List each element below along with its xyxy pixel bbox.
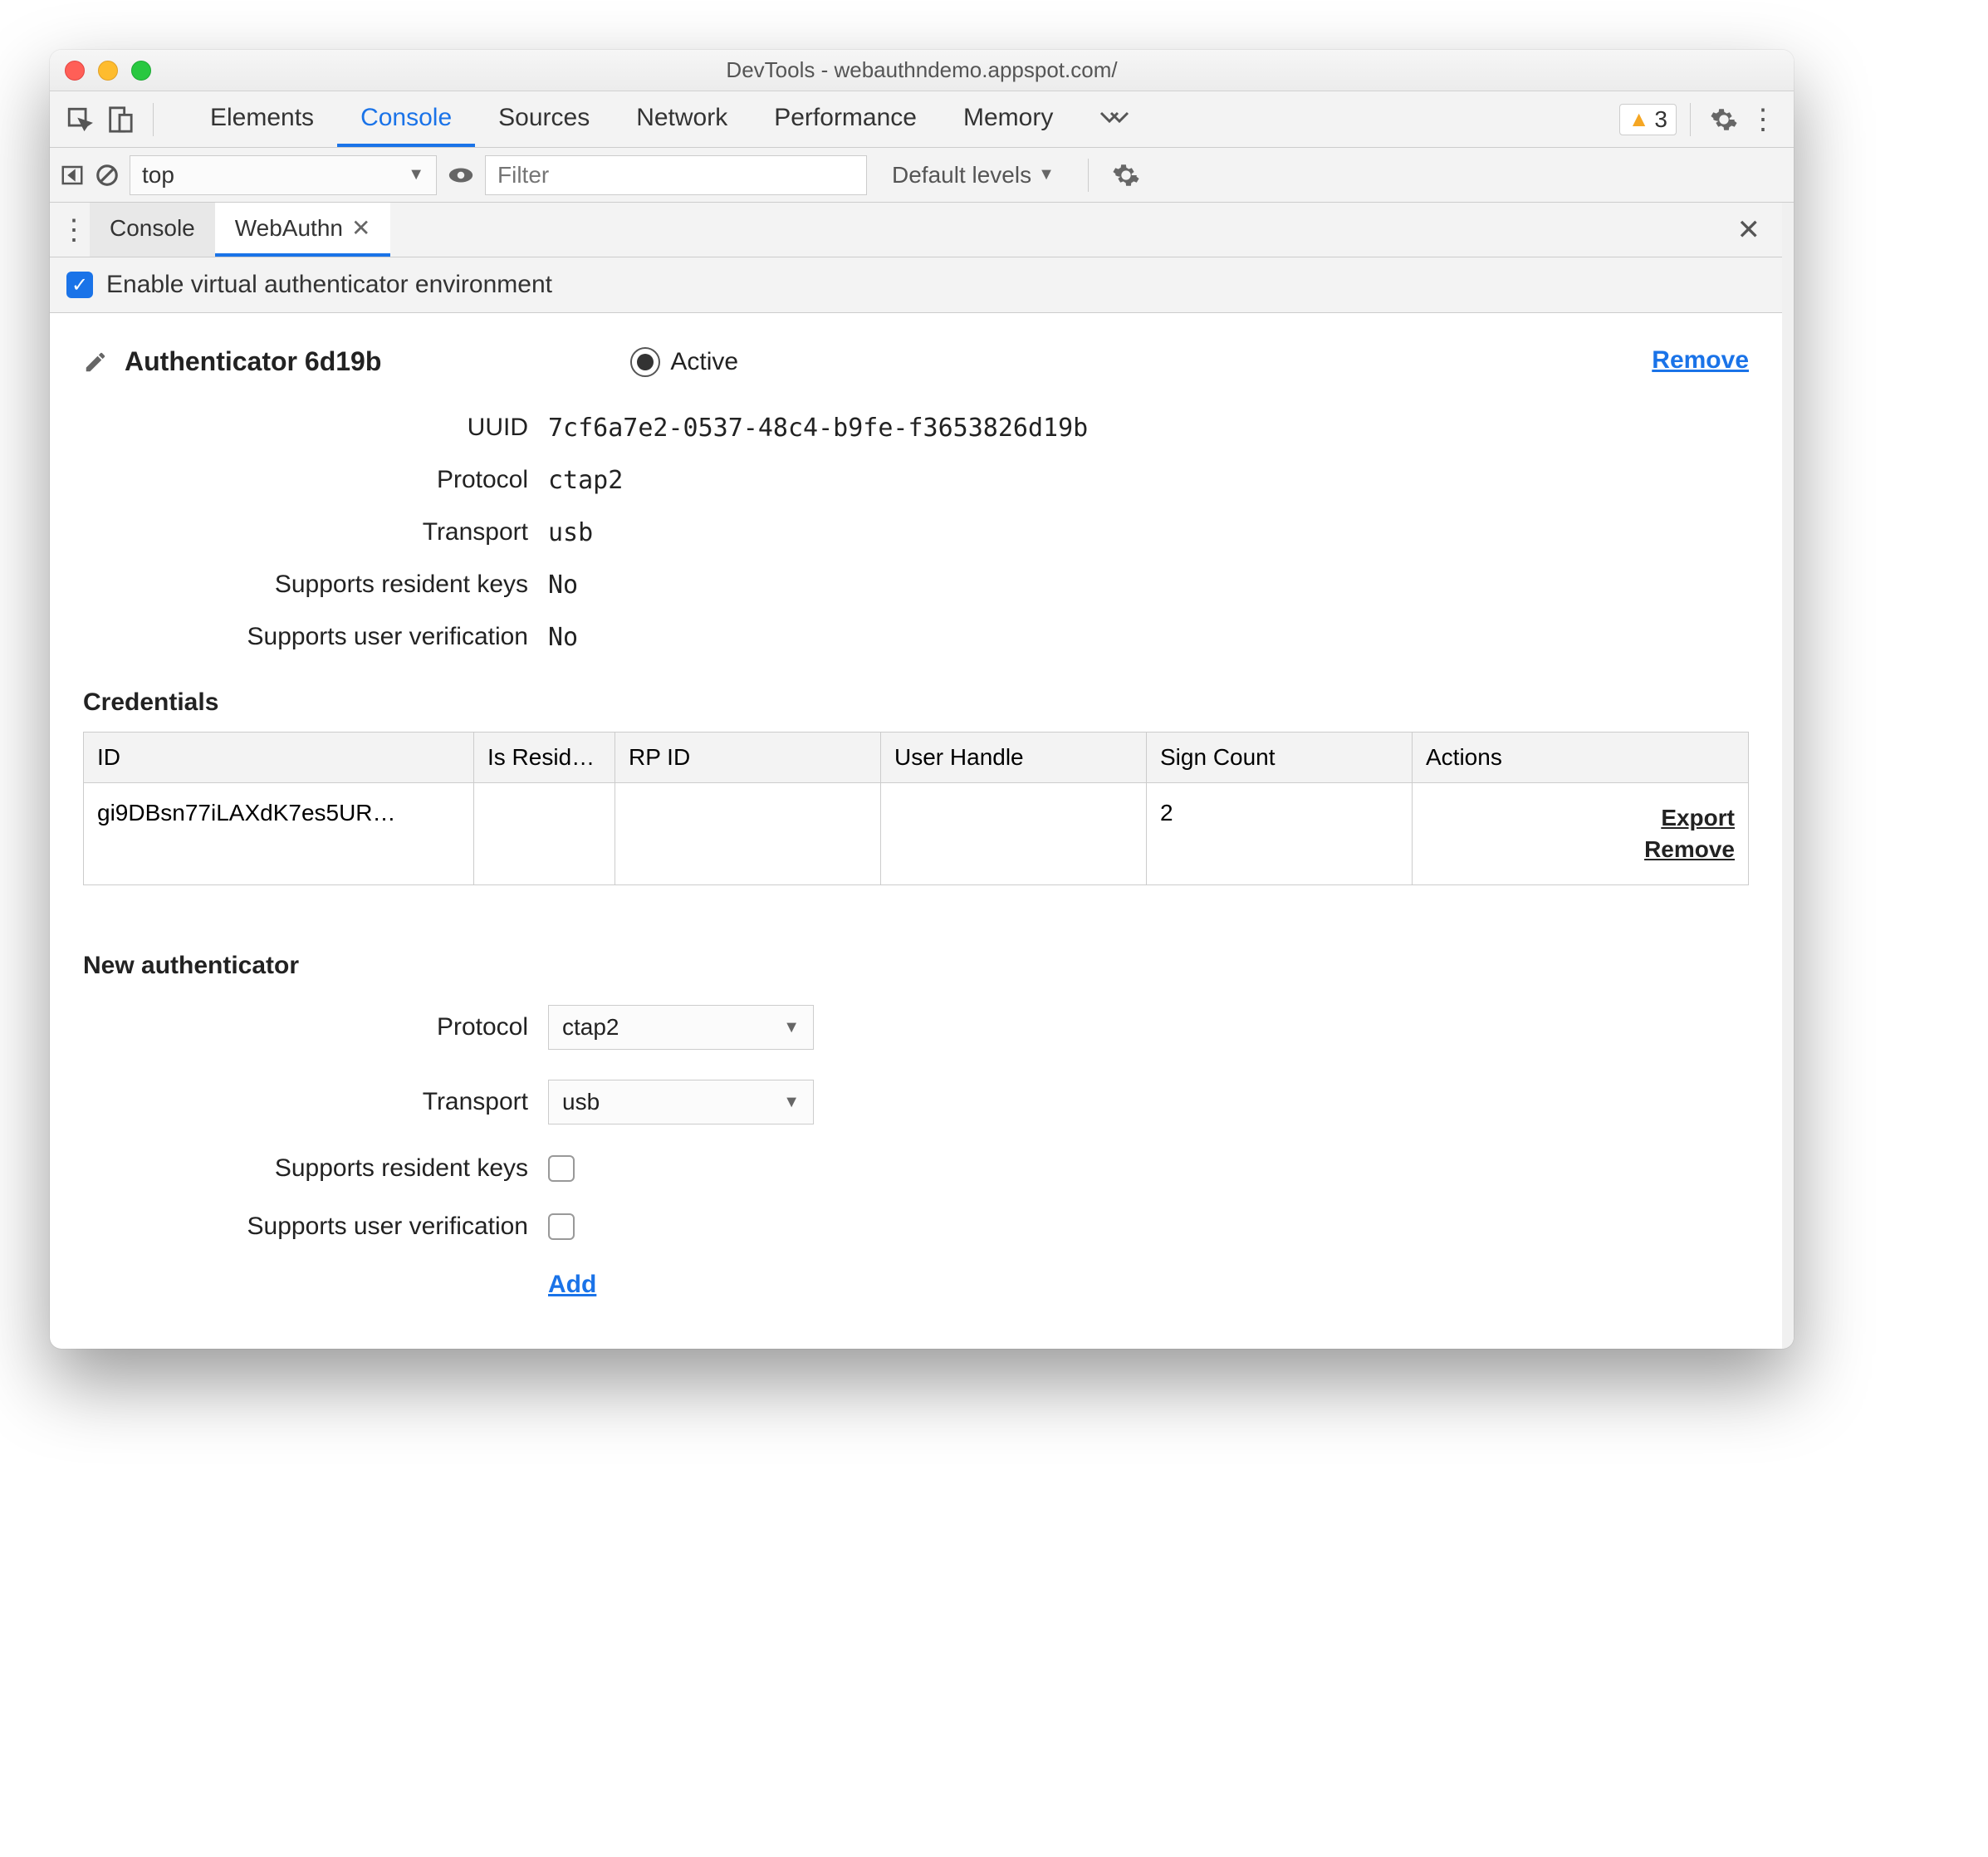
active-label: Active [670,348,738,376]
new-transport-select[interactable]: usb ▼ [548,1080,814,1124]
protocol-value: ctap2 [548,466,1749,495]
authenticator-header: Authenticator 6d19b Active Remove [83,346,1749,377]
new-resident-checkbox[interactable] [548,1155,575,1182]
drawer-tab-console[interactable]: Console [90,203,215,257]
new-protocol-label: Protocol [83,1013,548,1041]
active-radio[interactable]: Active [630,347,738,377]
close-tab-icon[interactable]: ✕ [351,214,370,242]
console-settings-gear-icon[interactable] [1112,161,1140,189]
warning-count: 3 [1654,106,1667,133]
enable-virtual-auth-label: Enable virtual authenticator environment [106,271,552,299]
chevron-down-icon: ▼ [1038,165,1055,184]
chevron-down-icon: ▼ [783,1018,800,1037]
credential-user-handle [881,783,1147,885]
tab-sources[interactable]: Sources [475,91,613,147]
table-header-row: ID Is Resid… RP ID User Handle Sign Coun… [84,733,1749,783]
authenticator-title: Authenticator 6d19b [125,346,381,377]
credential-is-resident [474,783,615,885]
table-row: gi9DBsn77iLAXdK7es5UR… 2 Export Remove [84,783,1749,885]
drawer-tab-strip: ⋮ Console WebAuthn ✕ ✕ [50,203,1782,257]
new-userverif-checkbox[interactable] [548,1213,575,1240]
drawer-more-icon[interactable]: ⋮ [60,213,90,247]
tab-performance[interactable]: Performance [751,91,940,147]
th-actions: Actions [1413,733,1749,783]
th-user-handle: User Handle [881,733,1147,783]
drawer-tab-label: WebAuthn [235,215,343,242]
tab-console[interactable]: Console [337,91,475,147]
devtools-window: DevTools - webauthndemo.appspot.com/ Ele… [50,50,1794,1349]
th-id: ID [84,733,474,783]
remove-credential-link[interactable]: Remove [1426,836,1735,863]
drawer-tab-webauthn[interactable]: WebAuthn ✕ [215,203,391,257]
divider [1088,159,1089,192]
radio-icon [630,347,660,377]
close-drawer-icon[interactable]: ✕ [1726,213,1773,247]
new-authenticator-heading: New authenticator [83,952,1749,980]
tab-network[interactable]: Network [613,91,751,147]
credential-sign-count: 2 [1147,783,1413,885]
scrollbar[interactable] [1782,203,1794,1349]
transport-value: usb [548,518,1749,547]
new-protocol-value: ctap2 [562,1014,619,1041]
uuid-value: 7cf6a7e2-0537-48c4-b9fe-f3653826d19b [548,414,1749,443]
main-tabs-list: Elements Console Sources Network Perform… [187,91,1153,147]
divider [153,103,154,136]
clear-console-icon[interactable] [95,163,120,188]
user-verification-value: No [548,623,1749,652]
credential-id: gi9DBsn77iLAXdK7es5UR… [97,800,460,826]
th-is-resident: Is Resid… [474,733,615,783]
window-titlebar: DevTools - webauthndemo.appspot.com/ [50,50,1794,91]
main-tab-strip: Elements Console Sources Network Perform… [50,91,1794,148]
window-title: DevTools - webauthndemo.appspot.com/ [50,57,1794,83]
uuid-label: UUID [83,414,548,443]
log-levels-label: Default levels [892,162,1031,189]
log-levels-select[interactable]: Default levels ▼ [892,162,1055,189]
webauthn-panel: Authenticator 6d19b Active Remove UUID 7… [50,313,1782,1349]
credential-rp-id [615,783,881,885]
add-authenticator-link[interactable]: Add [548,1271,596,1298]
console-sidebar-toggle-icon[interactable] [60,163,85,188]
warning-icon: ▲ [1628,106,1650,132]
filter-input[interactable] [485,155,867,195]
execution-context-value: top [142,162,174,189]
tab-memory[interactable]: Memory [940,91,1076,147]
console-toolbar: top ▼ Default levels ▼ [50,148,1794,203]
execution-context-select[interactable]: top ▼ [130,155,437,195]
new-resident-label: Supports resident keys [83,1154,548,1183]
new-authenticator-form: Protocol ctap2 ▼ Transport usb ▼ Support… [83,1005,1749,1299]
credentials-heading: Credentials [83,688,1749,717]
new-userverif-label: Supports user verification [83,1213,548,1241]
credentials-table: ID Is Resid… RP ID User Handle Sign Coun… [83,732,1749,885]
user-verification-label: Supports user verification [83,623,548,652]
protocol-label: Protocol [83,466,548,495]
edit-name-icon[interactable] [83,350,108,375]
tab-elements[interactable]: Elements [187,91,337,147]
divider [1690,103,1691,136]
warnings-badge[interactable]: ▲ 3 [1619,104,1677,135]
authenticator-fields: UUID 7cf6a7e2-0537-48c4-b9fe-f3653826d19… [83,414,1749,652]
live-expression-icon[interactable] [447,161,475,189]
resident-keys-label: Supports resident keys [83,571,548,600]
inspect-element-icon[interactable] [60,100,100,140]
new-transport-label: Transport [83,1088,548,1116]
enable-virtual-auth-checkbox[interactable]: ✓ [66,272,93,298]
resident-keys-value: No [548,571,1749,600]
th-rp-id: RP ID [615,733,881,783]
transport-label: Transport [83,518,548,547]
enable-virtual-auth-row: ✓ Enable virtual authenticator environme… [50,257,1782,313]
device-toolbar-icon[interactable] [100,100,140,140]
chevron-down-icon: ▼ [408,165,424,184]
th-sign-count: Sign Count [1147,733,1413,783]
remove-authenticator-link[interactable]: Remove [1652,346,1749,375]
tab-overflow-icon[interactable] [1076,91,1153,147]
new-transport-value: usb [562,1089,600,1115]
settings-gear-icon[interactable] [1704,100,1744,140]
more-options-icon[interactable]: ⋮ [1744,100,1784,140]
chevron-down-icon: ▼ [783,1093,800,1112]
new-protocol-select[interactable]: ctap2 ▼ [548,1005,814,1050]
export-credential-link[interactable]: Export [1426,805,1735,831]
